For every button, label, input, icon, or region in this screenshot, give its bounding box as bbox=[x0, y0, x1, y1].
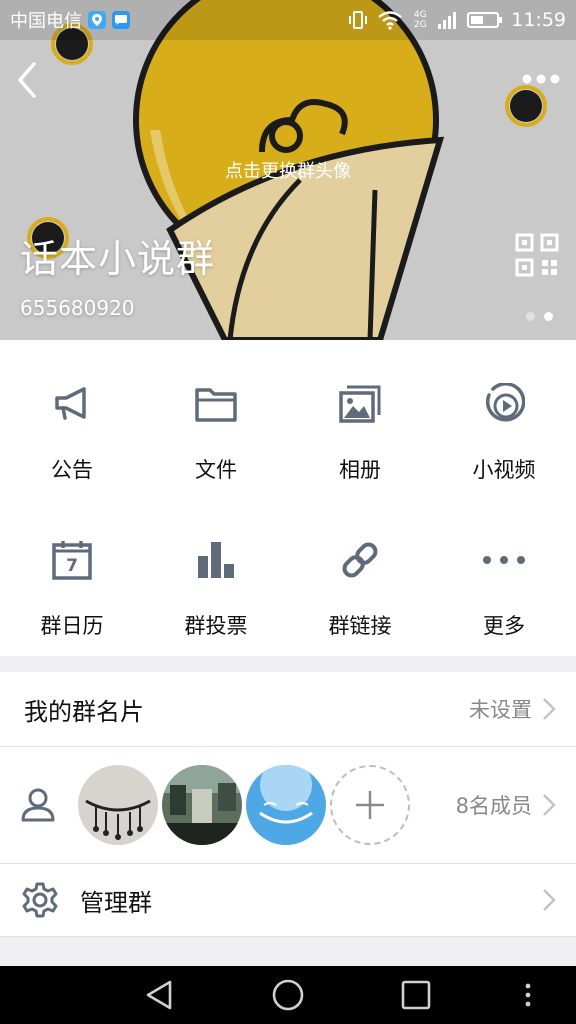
add-member-button[interactable] bbox=[330, 765, 410, 845]
battery-icon bbox=[467, 12, 503, 28]
nav-back-icon[interactable] bbox=[142, 978, 178, 1012]
grid-item-album[interactable]: 相册 bbox=[288, 346, 432, 496]
location-notification-icon bbox=[88, 11, 106, 29]
carrier-label: 中国电信 bbox=[10, 11, 82, 32]
calendar-icon: 7 bbox=[50, 538, 94, 582]
status-bar: 中国电信 4G 2G 11:59 bbox=[0, 0, 576, 40]
chevron-right-icon bbox=[543, 794, 556, 816]
calendar-day: 7 bbox=[66, 556, 78, 576]
member-count: 8名成员 bbox=[455, 794, 532, 818]
album-icon bbox=[338, 382, 382, 426]
back-icon[interactable] bbox=[12, 58, 42, 102]
my-group-card-row[interactable]: 我的群名片 未设置 bbox=[0, 672, 576, 746]
member-avatar[interactable] bbox=[162, 765, 242, 845]
grid-label: 公告 bbox=[51, 458, 93, 482]
header-page-indicator bbox=[526, 312, 553, 321]
chevron-right-icon bbox=[543, 889, 556, 911]
row-title: 我的群名片 bbox=[24, 697, 144, 726]
members-icon bbox=[21, 788, 55, 822]
group-id: 655680920 bbox=[20, 296, 135, 320]
chevron-right-icon bbox=[543, 698, 556, 720]
grid-item-announcement[interactable]: 公告 bbox=[0, 346, 144, 496]
qr-code-icon[interactable] bbox=[514, 232, 560, 278]
grid-item-calendar[interactable]: 7 群日历 bbox=[0, 502, 144, 652]
network-type-label: 4G 2G bbox=[413, 10, 427, 30]
divider bbox=[0, 936, 576, 937]
more-options-icon[interactable] bbox=[520, 64, 562, 94]
change-avatar-hint[interactable]: 点击更换群头像 bbox=[0, 157, 576, 183]
video-icon bbox=[482, 382, 526, 426]
grid-label: 群链接 bbox=[328, 614, 392, 638]
nav-recents-icon[interactable] bbox=[398, 978, 434, 1012]
group-name: 话本小说群 bbox=[20, 237, 216, 281]
grid-item-more[interactable]: 更多 bbox=[432, 502, 576, 652]
gear-icon bbox=[22, 882, 58, 918]
row-value: 未设置 bbox=[469, 698, 532, 722]
system-nav-bar bbox=[0, 966, 576, 1024]
megaphone-icon bbox=[50, 382, 94, 426]
folder-icon bbox=[194, 382, 238, 426]
member-avatar[interactable] bbox=[78, 765, 158, 845]
wifi-icon bbox=[378, 11, 402, 30]
grid-label: 群投票 bbox=[184, 614, 248, 638]
members-row[interactable]: 8名成员 bbox=[0, 747, 576, 863]
message-notification-icon bbox=[112, 11, 130, 29]
plus-icon bbox=[356, 791, 384, 819]
nav-home-icon[interactable] bbox=[270, 978, 306, 1012]
grid-label: 群日历 bbox=[40, 614, 104, 638]
grid-item-vote[interactable]: 群投票 bbox=[144, 502, 288, 652]
member-avatar[interactable] bbox=[246, 765, 326, 845]
row-title: 管理群 bbox=[80, 888, 152, 917]
manage-group-row[interactable]: 管理群 bbox=[0, 864, 576, 936]
grid-item-files[interactable]: 文件 bbox=[144, 346, 288, 496]
grid-label: 相册 bbox=[339, 458, 381, 482]
link-icon bbox=[338, 538, 382, 582]
page-dot bbox=[526, 312, 535, 321]
vibrate-icon bbox=[349, 11, 368, 29]
more-dots-icon bbox=[482, 538, 526, 582]
grid-label: 文件 bbox=[195, 458, 237, 482]
page-dot-active bbox=[544, 312, 553, 321]
grid-item-short-video[interactable]: 小视频 bbox=[432, 346, 576, 496]
signal-icon bbox=[438, 12, 457, 29]
clock: 11:59 bbox=[511, 9, 566, 31]
bar-chart-icon bbox=[194, 538, 238, 582]
function-grid: 公告 文件 相册 小视频 7 群日历 群投票 群链接 更多 bbox=[0, 340, 576, 656]
nav-menu-icon[interactable] bbox=[510, 978, 546, 1012]
grid-label: 更多 bbox=[483, 614, 525, 638]
group-header: 中国电信 4G 2G 11:59 点击更换群头像 话本小说群 655680920 bbox=[0, 0, 576, 340]
grid-label: 小视频 bbox=[472, 458, 536, 482]
grid-item-link[interactable]: 群链接 bbox=[288, 502, 432, 652]
